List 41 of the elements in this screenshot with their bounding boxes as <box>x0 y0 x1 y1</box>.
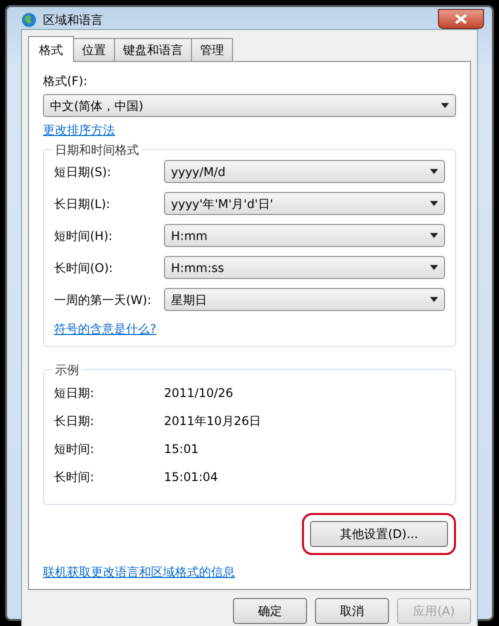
format-dropdown[interactable]: H:mm <box>164 224 445 247</box>
other-settings-button[interactable]: 其他设置(D)... <box>310 521 448 547</box>
field-label: 长日期(L): <box>54 196 112 212</box>
format-dropdown[interactable]: 星期日 <box>164 288 445 311</box>
field-label: 长时间(O): <box>54 260 114 276</box>
field-label: 短时间(H): <box>54 228 114 244</box>
format-dropdown[interactable]: 中文(简体，中国) <box>43 94 456 117</box>
close-button[interactable] <box>438 9 484 29</box>
field-label: 短日期(S): <box>54 164 112 180</box>
globe-icon <box>21 12 37 28</box>
example-value: 15:01:04 <box>164 469 218 486</box>
format-dropdown[interactable]: yyyy/M/d <box>164 160 445 183</box>
group-title: 日期和时间格式 <box>52 141 142 159</box>
field-label: 格式(F): <box>43 73 88 90</box>
example-value: 15:01 <box>164 441 199 458</box>
dialog-button[interactable]: 确定 <box>233 598 307 624</box>
example-label: 长日期: <box>54 413 96 430</box>
dropdown-arrow-icon <box>430 265 438 270</box>
window-title: 区域和语言 <box>43 12 103 29</box>
online-info-link[interactable]: 联机获取更改语言和区域格式的信息 <box>43 563 235 581</box>
example-value: 2011年10月26日 <box>164 413 262 430</box>
example-value: 2011/10/26 <box>164 385 234 402</box>
dropdown-arrow-icon <box>430 233 438 238</box>
field-label: 一周的第一天(W): <box>54 292 152 308</box>
tab[interactable]: 位置 <box>73 38 115 61</box>
symbols-link[interactable]: 符号的含意是什么? <box>54 320 156 338</box>
dropdown-arrow-icon <box>430 169 438 174</box>
tab[interactable]: 管理 <box>191 38 233 61</box>
dropdown-arrow-icon <box>430 297 438 302</box>
close-icon <box>455 14 467 24</box>
tab[interactable]: 键盘和语言 <box>114 38 192 61</box>
sort-method-link[interactable]: 更改排序方法 <box>43 121 115 139</box>
example-label: 长时间: <box>54 469 96 486</box>
dropdown-arrow-icon <box>430 201 438 206</box>
tab[interactable]: 格式 <box>28 36 74 62</box>
dialog-button[interactable]: 取消 <box>315 598 389 624</box>
dropdown-arrow-icon <box>441 103 449 108</box>
example-label: 短时间: <box>54 441 96 458</box>
format-dropdown[interactable]: H:mm:ss <box>164 256 445 279</box>
example-label: 短日期: <box>54 385 96 402</box>
format-dropdown[interactable]: yyyy'年'M'月'd'日' <box>164 192 445 215</box>
